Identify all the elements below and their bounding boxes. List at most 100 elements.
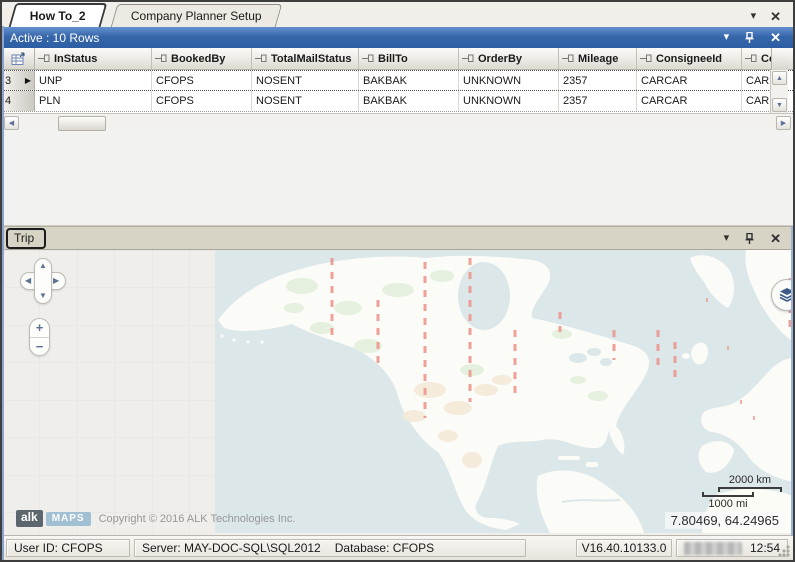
grid-vertical-scrollbar[interactable]: ▲ ▼ [770,70,788,113]
column-header-bookedby[interactable]: BookedBy [152,48,252,69]
trip-panel-caption[interactable]: Trip ▾ ✕ [2,226,793,250]
panel-close-icon[interactable]: ✕ [770,31,781,44]
cell-mileage[interactable]: 2357 [559,91,637,111]
status-bar: User ID: CFOPS Server: MAY-DOC-SQL\SQL20… [2,535,793,560]
cell-billto[interactable]: BAKBAK [359,91,459,111]
row-header[interactable]: 4 [2,91,35,111]
scroll-up-icon[interactable]: ▲ [772,71,787,85]
trip-auto-hide-pin-icon[interactable] [745,233,754,244]
cell-mileage[interactable]: 2357 [559,71,637,90]
pan-left-icon[interactable]: ◀ [25,277,31,285]
dock-edge-left [2,26,4,560]
app-window: How To_2 Company Planner Setup ▾ ✕ Activ… [0,0,795,562]
map-canvas[interactable] [2,250,793,533]
trip-panel-title: Trip [6,228,46,249]
current-row-arrow-icon: ▶ [25,76,31,85]
tab-label: Company Planner Setup [131,9,262,23]
trip-close-icon[interactable]: ✕ [770,232,781,245]
cursor-coordinates: 7.80469, 64.24965 [665,512,785,529]
status-server: Server: MAY-DOC-SQL\SQL2012 [142,541,321,555]
status-time: 12:54 [750,541,780,555]
tab-company-planner-setup[interactable]: Company Planner Setup [110,4,281,27]
panel-menu-chevron-down-icon[interactable]: ▾ [724,32,730,43]
cell-consigneeid[interactable]: CARCAR [637,91,742,111]
column-pin-icon[interactable] [362,54,374,63]
column-header-consigneeid[interactable]: ConsigneeId [637,48,742,69]
column-header-label: InStatus [54,53,97,65]
tab-label: How To_2 [30,9,86,23]
empty-dock-area [2,130,793,226]
cell-orderby[interactable]: UNKNOWN [459,71,559,90]
cell-billto[interactable]: BAKBAK [359,71,459,90]
scroll-left-icon[interactable]: ◀ [4,116,19,130]
alk-logo: alk [16,510,43,527]
grid-horizontal-scrollbar[interactable]: ◀ ▶ [2,113,793,130]
cell-bookedby[interactable]: CFOPS [152,71,252,90]
resize-grip[interactable] [778,545,790,557]
tab-list-chevron-down-icon[interactable]: ▾ [751,11,757,22]
grid-scroll-corner [771,48,788,70]
cell-orderby[interactable]: UNKNOWN [459,91,559,111]
pan-down-icon[interactable]: ▼ [39,292,47,300]
cell-consigneeid[interactable]: CARCAR [637,71,742,90]
active-panel-caption[interactable]: Active : 10 Rows ▾ ✕ [2,27,793,48]
cell-instatus[interactable]: UNP [35,71,152,90]
row-number: 4 [5,95,11,107]
column-header-totalmailstatus[interactable]: TotalMailStatus [252,48,359,69]
cell-totalmailstatus[interactable]: NOSENT [252,91,359,111]
scroll-right-icon[interactable]: ▶ [776,116,791,130]
column-header-label: BillTo [378,53,408,65]
column-header-billto[interactable]: BillTo [359,48,459,69]
column-header-label: BookedBy [171,53,225,65]
column-pin-icon[interactable] [745,54,757,63]
pan-up-icon[interactable]: ▲ [39,262,47,270]
scale-km-label: 2000 km [718,474,782,486]
trip-map[interactable]: ▲ ▼ ◀ ▶ + − 2000 km 1000 mi alk MAPS Cop… [2,250,793,533]
table-row[interactable]: 3▶UNPCFOPSNOSENTBAKBAKUNKNOWN2357CARCARC… [2,70,793,91]
pan-right-icon[interactable]: ▶ [53,277,59,285]
row-number: 3 [5,75,11,87]
column-header-orderby[interactable]: OrderBy [459,48,559,69]
zoom-in-button[interactable]: + [30,319,49,338]
column-header-mileage[interactable]: Mileage [559,48,637,69]
scroll-down-icon[interactable]: ▼ [772,98,787,112]
maps-logo: MAPS [46,512,91,526]
scale-mi-label: 1000 mi [702,498,754,510]
grid-rows: 3▶UNPCFOPSNOSENTBAKBAKUNKNOWN2357CARCARC… [2,70,793,112]
status-version: V16.40.10133.0 [582,541,667,555]
tab-close-icon[interactable]: ✕ [770,10,781,23]
column-header-label: OrderBy [478,53,522,65]
cell-bookedby[interactable]: CFOPS [152,91,252,111]
trip-menu-chevron-down-icon[interactable]: ▾ [724,233,730,244]
cell-instatus[interactable]: PLN [35,91,152,111]
map-pan-control[interactable]: ▲ ▼ ◀ ▶ [20,258,66,304]
dock-edge-right [791,226,793,536]
tab-bar: How To_2 Company Planner Setup ▾ ✕ [2,2,793,28]
column-pin-icon[interactable] [562,54,574,63]
orders-grid: InStatus BookedBy TotalMailStatus BillTo Ord… [2,48,793,130]
column-header-label: Mileage [578,53,618,65]
column-pin-icon[interactable] [462,54,474,63]
row-header[interactable]: 3▶ [2,71,35,90]
column-pin-icon[interactable] [155,54,167,63]
status-user-id: User ID: CFOPS [14,541,103,555]
copyright-text: Copyright © 2016 ALK Technologies Inc. [99,513,296,525]
map-zoom-control[interactable]: + − [29,318,50,356]
horizontal-scroll-thumb[interactable] [58,116,106,131]
cell-totalmailstatus[interactable]: NOSENT [252,71,359,90]
column-pin-icon[interactable] [640,54,652,63]
column-header-label: ConsigneeId [656,53,722,65]
zoom-out-button[interactable]: − [30,338,49,356]
grid-header-row: InStatus BookedBy TotalMailStatus BillTo Ord… [2,48,793,70]
select-all-corner[interactable] [2,48,35,69]
auto-hide-pin-icon[interactable] [745,32,754,43]
column-pin-icon[interactable] [255,54,267,63]
map-attribution: alk MAPS Copyright © 2016 ALK Technologi… [16,510,295,527]
column-pin-icon[interactable] [38,54,50,63]
select-all-icon [11,52,26,66]
table-row[interactable]: 4PLNCFOPSNOSENTBAKBAKUNKNOWN2357CARCARCA… [2,91,793,112]
column-header-label: TotalMailStatus [271,53,351,65]
column-header-instatus[interactable]: InStatus [35,48,152,69]
active-panel-title: Active : 10 Rows [10,31,724,45]
tab-how-to-2[interactable]: How To_2 [9,3,108,27]
